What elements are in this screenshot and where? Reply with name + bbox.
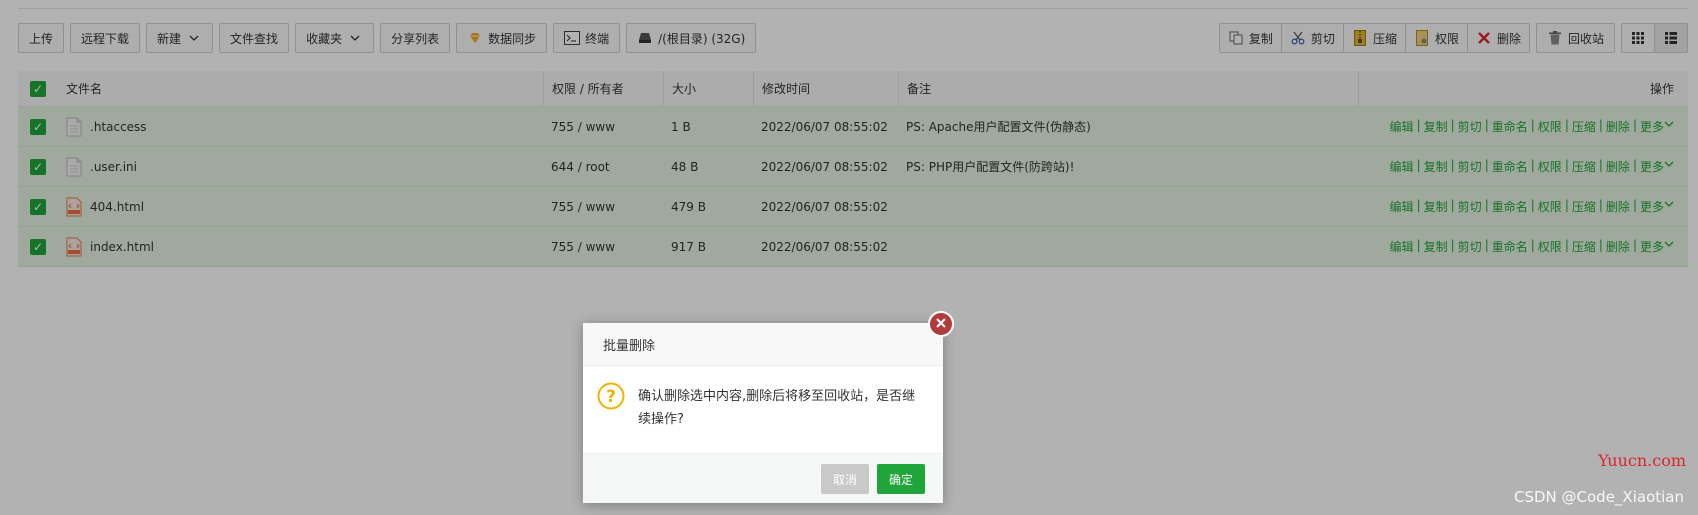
question-icon: ? bbox=[597, 382, 625, 410]
dialog-message: 确认删除选中内容,删除后将移至回收站，是否继续操作? bbox=[638, 389, 916, 427]
site-watermark: Yuucn.com bbox=[1598, 451, 1686, 470]
batch-delete-dialog: 批量删除 ? 确认删除选中内容,删除后将移至回收站，是否继续操作? 取消 确定 bbox=[583, 323, 943, 503]
cancel-button[interactable]: 取消 bbox=[821, 464, 869, 494]
dialog-footer: 取消 确定 bbox=[583, 453, 943, 503]
dialog-title: 批量删除 bbox=[583, 323, 943, 366]
svg-text:?: ? bbox=[606, 387, 616, 407]
author-watermark: CSDN @Code_Xiaotian bbox=[1514, 488, 1684, 506]
close-icon bbox=[936, 317, 946, 331]
dialog-close-button[interactable] bbox=[928, 311, 954, 337]
confirm-button[interactable]: 确定 bbox=[877, 464, 925, 494]
dialog-body: ? 确认删除选中内容,删除后将移至回收站，是否继续操作? bbox=[583, 366, 943, 454]
